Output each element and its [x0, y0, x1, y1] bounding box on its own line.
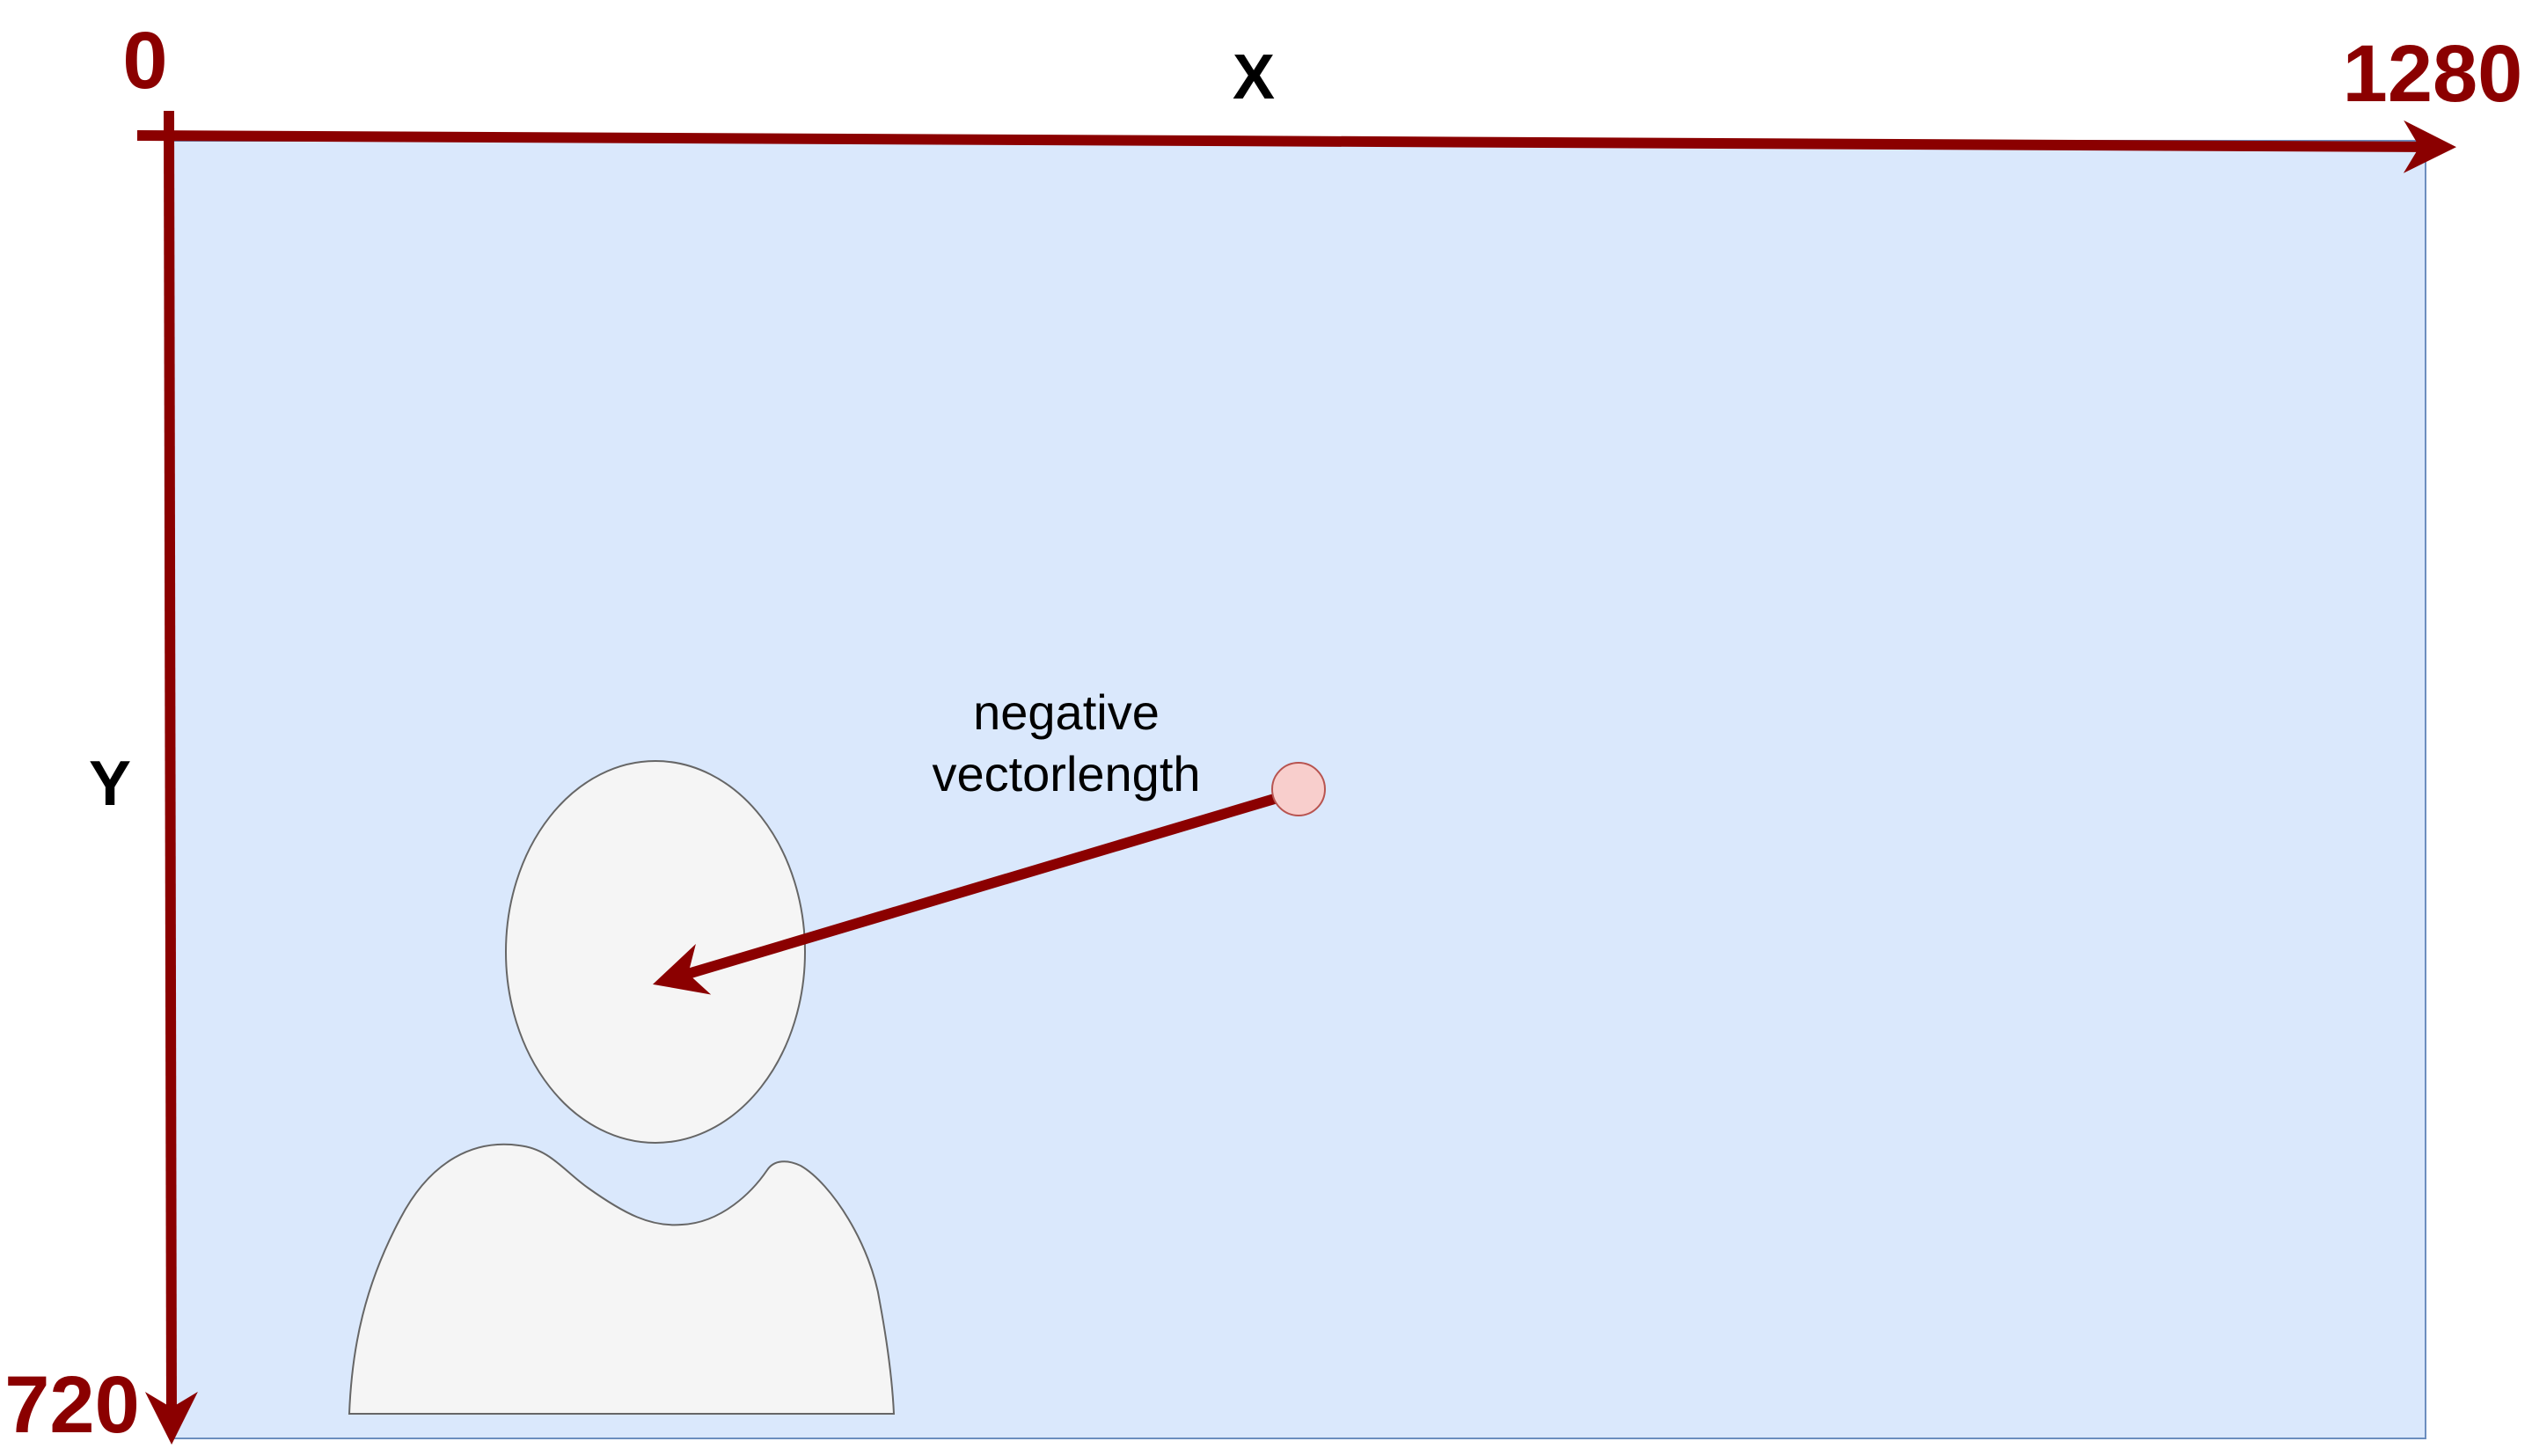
coordinate-diagram: 0 1280 720 X Y negative vectorlength — [4, 16, 2523, 1450]
x-max-label: 1280 — [2343, 29, 2523, 119]
x-axis-label: X — [1233, 42, 1275, 113]
y-axis — [144, 110, 198, 1445]
y-max-label: 720 — [4, 1360, 140, 1450]
origin-label: 0 — [122, 16, 167, 106]
vector-annotation-line1: negative — [973, 684, 1160, 740]
y-axis-label: Y — [89, 749, 131, 819]
gaze-point-icon — [1271, 762, 1326, 816]
vector-annotation-line2: vectorlength — [932, 746, 1200, 801]
